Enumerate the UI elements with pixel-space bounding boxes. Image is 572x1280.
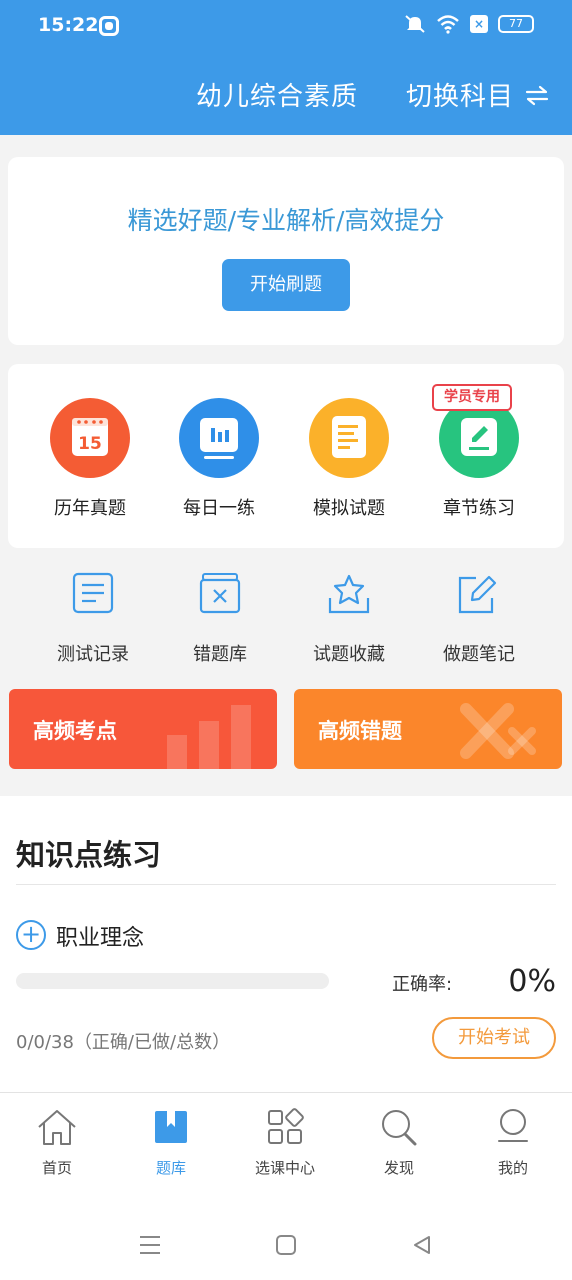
profile-icon bbox=[498, 1109, 528, 1142]
tool-favorites[interactable]: 试题收藏 bbox=[284, 570, 414, 666]
tool-label: 测试记录 bbox=[57, 644, 129, 665]
note-pencil-icon bbox=[458, 575, 497, 614]
nav-home[interactable]: 首页 bbox=[0, 1107, 114, 1178]
tool-test-record[interactable]: 测试记录 bbox=[28, 570, 158, 666]
divider bbox=[16, 884, 556, 885]
category-label: 章节练习 bbox=[443, 498, 515, 519]
cross-decoration-icon bbox=[460, 703, 536, 759]
hero-title: 精选好题/专业解析/高效提分 bbox=[127, 206, 445, 235]
recent-apps-icon[interactable] bbox=[138, 1234, 162, 1256]
hero-card: 精选好题/专业解析/高效提分 开始刷题 bbox=[8, 157, 564, 345]
banner-label: 高频考点 bbox=[33, 719, 117, 743]
swap-arrows-icon bbox=[525, 85, 549, 105]
calendar-icon: 15 bbox=[50, 398, 130, 478]
calendar-badge: 15 bbox=[78, 434, 102, 454]
member-only-badge: 学员专用 bbox=[432, 384, 512, 411]
knowledge-item-title[interactable]: 职业理念 bbox=[56, 920, 144, 952]
accuracy-label: 正确率: bbox=[392, 974, 453, 995]
question-bank-icon bbox=[155, 1111, 187, 1143]
bottom-nav: 首页 题库 选课中心 发现 我的 bbox=[0, 1092, 572, 1202]
star-tray-icon bbox=[328, 574, 370, 614]
wifi-icon bbox=[437, 15, 459, 34]
wrong-book-icon bbox=[199, 573, 241, 614]
nav-label: 我的 bbox=[497, 1159, 528, 1177]
category-label: 模拟试题 bbox=[313, 498, 385, 519]
home-square-icon[interactable] bbox=[275, 1234, 297, 1256]
nav-question-bank[interactable]: 题库 bbox=[114, 1107, 228, 1178]
course-center-icon bbox=[268, 1108, 304, 1144]
status-bar: 15:22 × 77 bbox=[0, 0, 572, 52]
tool-row: 测试记录 错题库 试题收藏 做题笔记 bbox=[0, 570, 572, 680]
category-label: 历年真题 bbox=[54, 498, 126, 519]
progress-stats: 0/0/38（正确/已做/总数） bbox=[16, 1032, 231, 1053]
category-mock-exams[interactable]: 模拟试题 bbox=[279, 398, 419, 520]
tool-wrong-book[interactable]: 错题库 bbox=[155, 570, 285, 666]
discover-search-icon bbox=[382, 1110, 417, 1146]
nav-label: 首页 bbox=[41, 1159, 72, 1177]
tool-label: 错题库 bbox=[193, 644, 247, 665]
knowledge-section: 知识点练习 + 职业理念 正确率: 0% 0/0/38（正确/已做/总数） 开始… bbox=[0, 796, 572, 1096]
category-chapter-practice[interactable]: 章节练习 bbox=[409, 398, 549, 520]
tool-notes[interactable]: 做题笔记 bbox=[414, 570, 544, 666]
document-icon bbox=[309, 398, 389, 478]
nav-course-center[interactable]: 选课中心 bbox=[228, 1107, 342, 1178]
subject-title: 幼儿综合素质 bbox=[196, 82, 359, 112]
banner-label: 高频错题 bbox=[318, 719, 402, 743]
status-icons: × 77 bbox=[404, 14, 534, 34]
category-daily-practice[interactable]: 每日一练 bbox=[149, 398, 289, 520]
tool-label: 做题笔记 bbox=[443, 644, 515, 665]
start-practice-button[interactable]: 开始刷题 bbox=[222, 259, 350, 311]
expand-plus-icon[interactable]: + bbox=[16, 920, 46, 950]
nav-label: 发现 bbox=[383, 1159, 414, 1177]
progress-bar bbox=[16, 973, 329, 989]
switch-subject-button[interactable]: 切换科目 bbox=[406, 76, 550, 113]
no-sim-icon: × bbox=[470, 15, 488, 33]
status-time: 15:22 bbox=[38, 14, 99, 36]
back-triangle-icon[interactable] bbox=[411, 1234, 433, 1256]
bar-chart-decoration-icon bbox=[167, 705, 251, 769]
switch-subject-label: 切换科目 bbox=[405, 82, 514, 112]
top-bar: 15:22 × 77 幼儿综合素质 切换科目 bbox=[0, 0, 572, 135]
mute-icon bbox=[405, 15, 425, 33]
section-title: 知识点练习 bbox=[16, 838, 162, 872]
nav-label: 选课中心 bbox=[254, 1159, 315, 1177]
accuracy-value: 0% bbox=[508, 964, 556, 999]
system-navigation-bar bbox=[0, 1202, 572, 1280]
start-exam-button[interactable]: 开始考试 bbox=[432, 1017, 556, 1059]
high-frequency-points-banner[interactable]: 高频考点 bbox=[9, 689, 277, 769]
high-frequency-mistakes-banner[interactable]: 高频错题 bbox=[294, 689, 562, 769]
nav-discover[interactable]: 发现 bbox=[342, 1107, 456, 1178]
record-icon bbox=[72, 572, 114, 614]
home-icon bbox=[38, 1110, 76, 1145]
tool-label: 试题收藏 bbox=[313, 644, 385, 665]
category-past-exams[interactable]: 15 历年真题 bbox=[20, 398, 160, 520]
nav-label: 题库 bbox=[155, 1159, 186, 1177]
battery-icon: 77 bbox=[498, 15, 534, 33]
category-label: 每日一练 bbox=[183, 498, 255, 519]
daily-chart-icon bbox=[179, 398, 259, 478]
nav-profile[interactable]: 我的 bbox=[456, 1107, 570, 1178]
app-notification-icon bbox=[99, 16, 119, 36]
